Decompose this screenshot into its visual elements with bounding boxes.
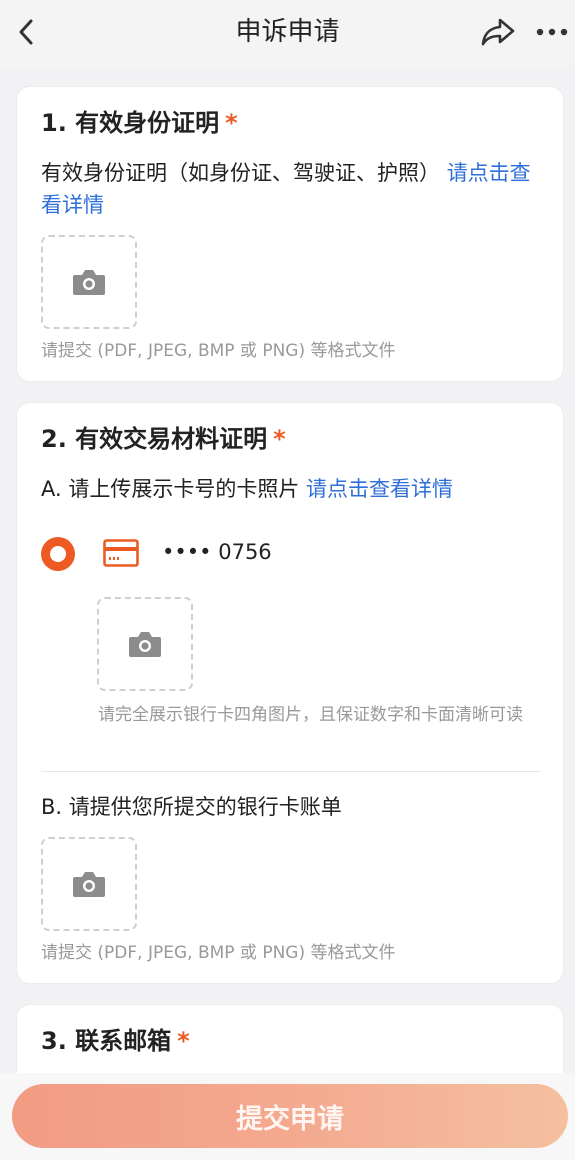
camera-icon xyxy=(129,632,161,657)
required-mark: * xyxy=(273,425,286,453)
section2-title-text: 2. 有效交易材料证明 xyxy=(41,425,268,453)
share-icon xyxy=(481,18,515,46)
card-select-radio[interactable] xyxy=(41,537,75,571)
section-identity-proof: 1. 有效身份证明 * 有效身份证明（如身份证、驾驶证、护照） 请点击查看详情 请… xyxy=(16,86,564,382)
partA-details-link[interactable]: 请点击查看详情 xyxy=(306,477,453,501)
camera-icon xyxy=(73,872,105,897)
more-button[interactable] xyxy=(532,14,572,50)
section1-title-text: 1. 有效身份证明 xyxy=(41,109,220,137)
submit-button[interactable]: 提交申请 xyxy=(12,1084,568,1148)
section1-title: 1. 有效身份证明 * xyxy=(41,107,238,139)
partA-text: A. 请上传展示卡号的卡照片 xyxy=(41,477,300,501)
section-transaction-proof: 2. 有效交易材料证明 * A. 请上传展示卡号的卡照片 请点击查看详情 ••••… xyxy=(16,402,564,984)
section3-title: 3. 联系邮箱 * xyxy=(41,1025,190,1057)
bank-card-icon xyxy=(103,539,139,567)
section2-divider xyxy=(41,771,541,772)
share-button[interactable] xyxy=(478,14,518,50)
identity-upload-box[interactable] xyxy=(41,235,137,329)
section1-desc-text: 有效身份证明（如身份证、驾驶证、护照） xyxy=(41,161,440,185)
camera-icon xyxy=(73,270,105,295)
more-dots-icon xyxy=(536,28,568,36)
required-mark: * xyxy=(177,1027,190,1055)
section2-partA-description: A. 请上传展示卡号的卡照片 请点击查看详情 xyxy=(41,473,551,505)
card-photo-upload-box[interactable] xyxy=(97,597,193,691)
section1-description: 有效身份证明（如身份证、驾驶证、护照） 请点击查看详情 xyxy=(41,157,546,221)
partA-hint: 请完全展示银行卡四角图片，且保证数字和卡面清晰可读 xyxy=(98,705,523,725)
partB-hint: 请提交 (PDF, JPEG, BMP 或 PNG) 等格式文件 xyxy=(41,943,396,963)
section2-title: 2. 有效交易材料证明 * xyxy=(41,423,286,455)
top-bar: 申诉申请 xyxy=(0,0,575,66)
radio-inner-dot xyxy=(50,546,66,562)
required-mark: * xyxy=(225,109,238,137)
bank-statement-upload-box[interactable] xyxy=(41,837,137,931)
section1-hint: 请提交 (PDF, JPEG, BMP 或 PNG) 等格式文件 xyxy=(41,341,396,361)
section3-title-text: 3. 联系邮箱 xyxy=(41,1027,172,1055)
card-number: •••• 0756 xyxy=(162,540,272,564)
partB-text: B. 请提供您所提交的银行卡账单 xyxy=(41,795,342,819)
